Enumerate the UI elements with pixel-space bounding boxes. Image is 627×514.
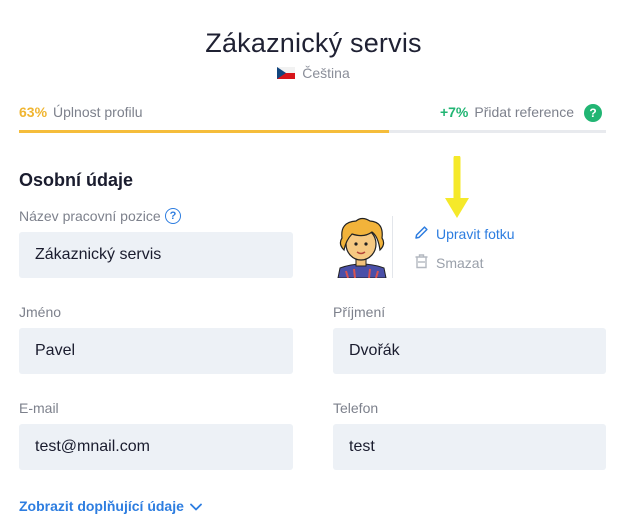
job-title-help-icon[interactable]: ? xyxy=(165,208,181,224)
email-label: E-mail xyxy=(19,400,59,416)
edit-photo-label: Upravit fotku xyxy=(436,226,515,242)
pencil-icon xyxy=(414,225,429,243)
show-more-details-label: Zobrazit doplňující údaje xyxy=(19,498,184,514)
language-indicator: Čeština xyxy=(0,65,627,81)
progress-bar-fill xyxy=(19,130,389,133)
chevron-down-icon xyxy=(189,498,202,514)
profile-progress: 63% Úplnost profilu +7% Přidat reference… xyxy=(19,104,606,122)
show-more-details-link[interactable]: Zobrazit doplňující údaje xyxy=(19,498,202,514)
completeness-percent: 63% xyxy=(19,104,48,120)
last-name-field[interactable]: Dvořák xyxy=(333,328,606,374)
phone-field[interactable]: test xyxy=(333,424,606,470)
avatar xyxy=(332,216,393,279)
progress-bar xyxy=(19,130,606,133)
section-title: Osobní údaje xyxy=(19,170,134,190)
bonus-percent: +7% xyxy=(439,104,469,120)
edit-photo-button[interactable]: Upravit fotku xyxy=(414,225,515,243)
delete-photo-label: Smazat xyxy=(436,254,484,271)
phone-label: Telefon xyxy=(333,400,379,416)
first-name-label: Jméno xyxy=(19,304,62,320)
first-name-field[interactable]: Pavel xyxy=(19,328,293,374)
trash-icon xyxy=(414,253,429,272)
add-references-label[interactable]: Přidat reference xyxy=(474,104,574,120)
progress-help-icon[interactable]: ? xyxy=(584,104,602,122)
job-title-label: Název pracovní pozice xyxy=(19,208,161,224)
czech-flag-icon xyxy=(277,67,296,79)
completeness-label: Úplnost profilu xyxy=(53,104,143,120)
language-label: Čeština xyxy=(302,65,350,81)
job-title-field[interactable]: Zákaznický servis xyxy=(19,232,293,278)
last-name-label: Příjmení xyxy=(333,304,386,320)
yellow-arrow-annotation xyxy=(443,154,471,227)
delete-photo-button[interactable]: Smazat xyxy=(414,253,483,272)
email-field[interactable]: test@mnail.com xyxy=(19,424,293,470)
page-title: Zákaznický servis xyxy=(205,28,422,58)
